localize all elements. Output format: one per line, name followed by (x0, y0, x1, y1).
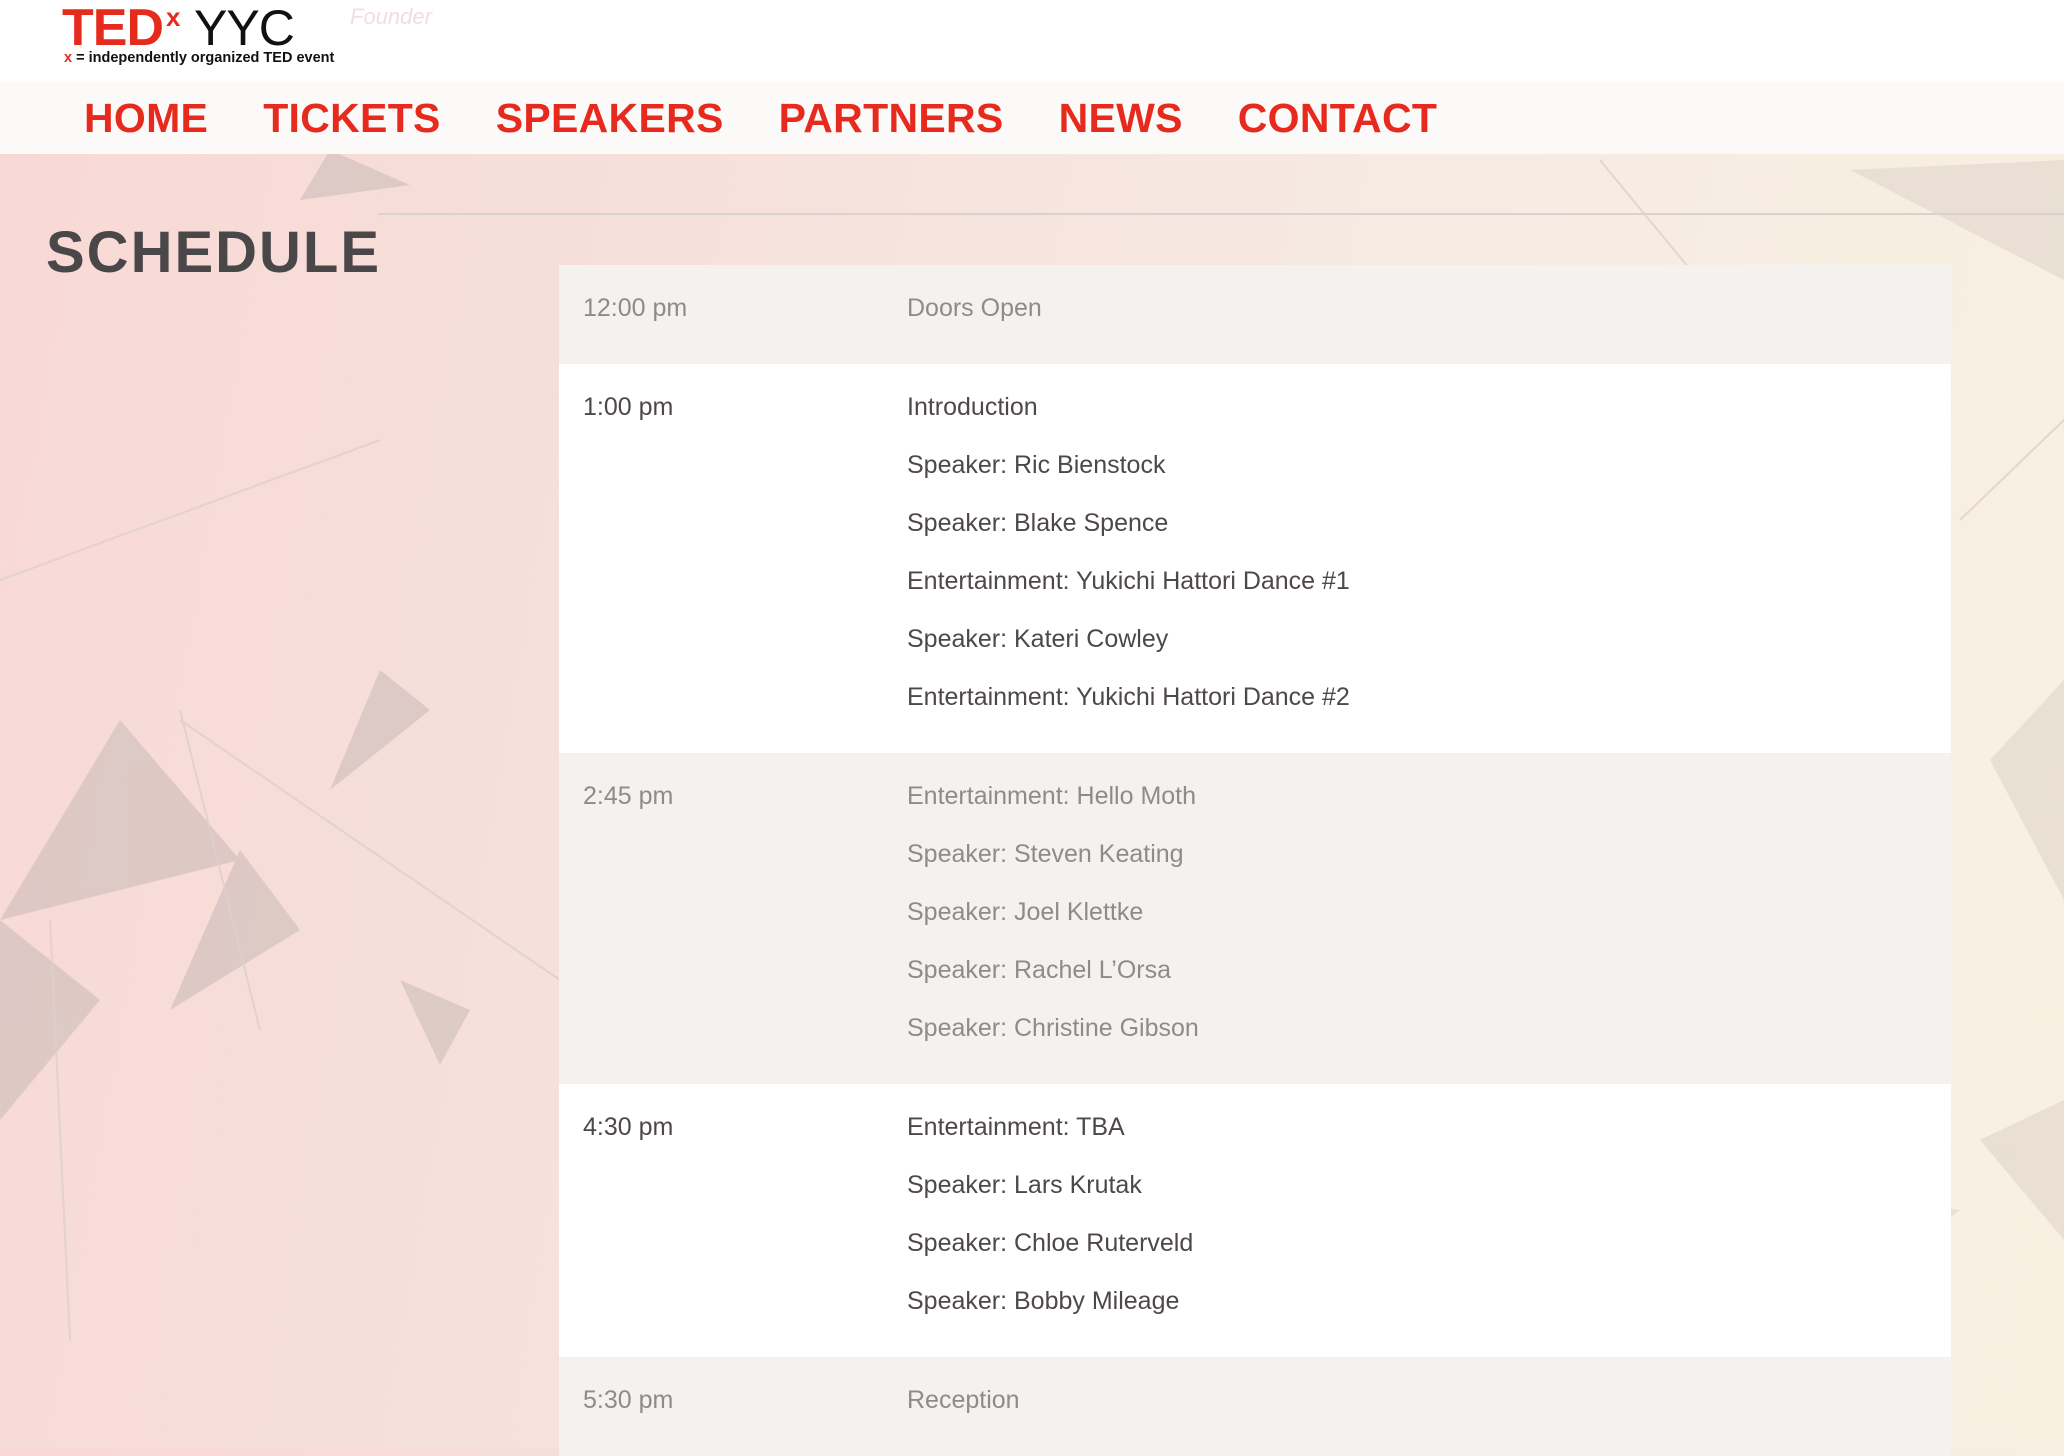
title-divider (378, 213, 2064, 215)
schedule-table: 12:00 pm Doors Open 1:00 pm Introduction… (559, 265, 1951, 1456)
schedule-event: Entertainment: Yukichi Hattori Dance #2 (907, 683, 1350, 711)
schedule-time: 4:30 pm (583, 1113, 674, 1141)
nav-tickets[interactable]: TICKETS (263, 95, 441, 142)
schedule-event: Speaker: Bobby Mileage (907, 1287, 1180, 1315)
schedule-event: Speaker: Chloe Ruterveld (907, 1229, 1194, 1257)
schedule-row: 12:00 pm Doors Open (559, 265, 1951, 364)
page-title: SCHEDULE (46, 219, 382, 285)
logo-tagline-text: = independently organized TED event (72, 50, 335, 66)
schedule-event: Speaker: Christine Gibson (907, 1014, 1199, 1042)
schedule-event: Introduction (907, 393, 1038, 421)
logo-brand: TED (62, 0, 164, 57)
logo-tagline: x = independently organized TED event (64, 50, 334, 66)
nav-contact[interactable]: CONTACT (1238, 95, 1437, 142)
schedule-events: Doors Open (907, 291, 1951, 337)
schedule-events: Introduction Speaker: Ric Bienstock Spea… (907, 390, 1951, 726)
schedule-event: Speaker: Lars Krutak (907, 1171, 1142, 1199)
ghost-text: Founder (350, 4, 432, 29)
schedule-row: 1:00 pm Introduction Speaker: Ric Bienst… (559, 364, 1951, 753)
tedx-yyc-logo[interactable]: TED x YYC x = independently organized TE… (62, 2, 362, 72)
schedule-event: Entertainment: Hello Moth (907, 782, 1197, 810)
logo-superscript: x (166, 2, 181, 32)
nav-home[interactable]: HOME (84, 95, 208, 142)
schedule-time: 12:00 pm (583, 294, 688, 322)
schedule-row: 4:30 pm Entertainment: TBA Speaker: Lars… (559, 1084, 1951, 1357)
schedule-event: Speaker: Blake Spence (907, 509, 1169, 537)
main-nav: HOME TICKETS SPEAKERS PARTNERS NEWS CONT… (84, 82, 1492, 154)
schedule-event: Reception (907, 1386, 1020, 1414)
schedule-event: Speaker: Ric Bienstock (907, 451, 1166, 479)
schedule-events: Reception (907, 1383, 1951, 1429)
schedule-event: Speaker: Rachel L’Orsa (907, 956, 1172, 984)
schedule-time: 5:30 pm (583, 1386, 674, 1414)
schedule-event: Speaker: Steven Keating (907, 840, 1184, 868)
nav-speakers[interactable]: SPEAKERS (496, 95, 724, 142)
schedule-events: Entertainment: TBA Speaker: Lars Krutak … (907, 1110, 1951, 1330)
logo-tagline-x: x (64, 50, 73, 66)
schedule-time: 2:45 pm (583, 782, 674, 810)
schedule-event: Entertainment: TBA (907, 1113, 1125, 1141)
nav-news[interactable]: NEWS (1059, 95, 1183, 142)
nav-partners[interactable]: PARTNERS (779, 95, 1004, 142)
schedule-time: 1:00 pm (583, 393, 674, 421)
logo-city: YYC (194, 0, 295, 56)
schedule-row: 5:30 pm Reception (559, 1357, 1951, 1456)
schedule-event: Speaker: Joel Klettke (907, 898, 1144, 926)
schedule-row: 2:45 pm Entertainment: Hello Moth Speake… (559, 753, 1951, 1084)
schedule-event: Entertainment: Yukichi Hattori Dance #1 (907, 567, 1350, 595)
schedule-events: Entertainment: Hello Moth Speaker: Steve… (907, 779, 1951, 1057)
site-header: TED x YYC x = independently organized TE… (0, 0, 2064, 154)
schedule-event: Doors Open (907, 294, 1042, 322)
schedule-event: Speaker: Kateri Cowley (907, 625, 1169, 653)
